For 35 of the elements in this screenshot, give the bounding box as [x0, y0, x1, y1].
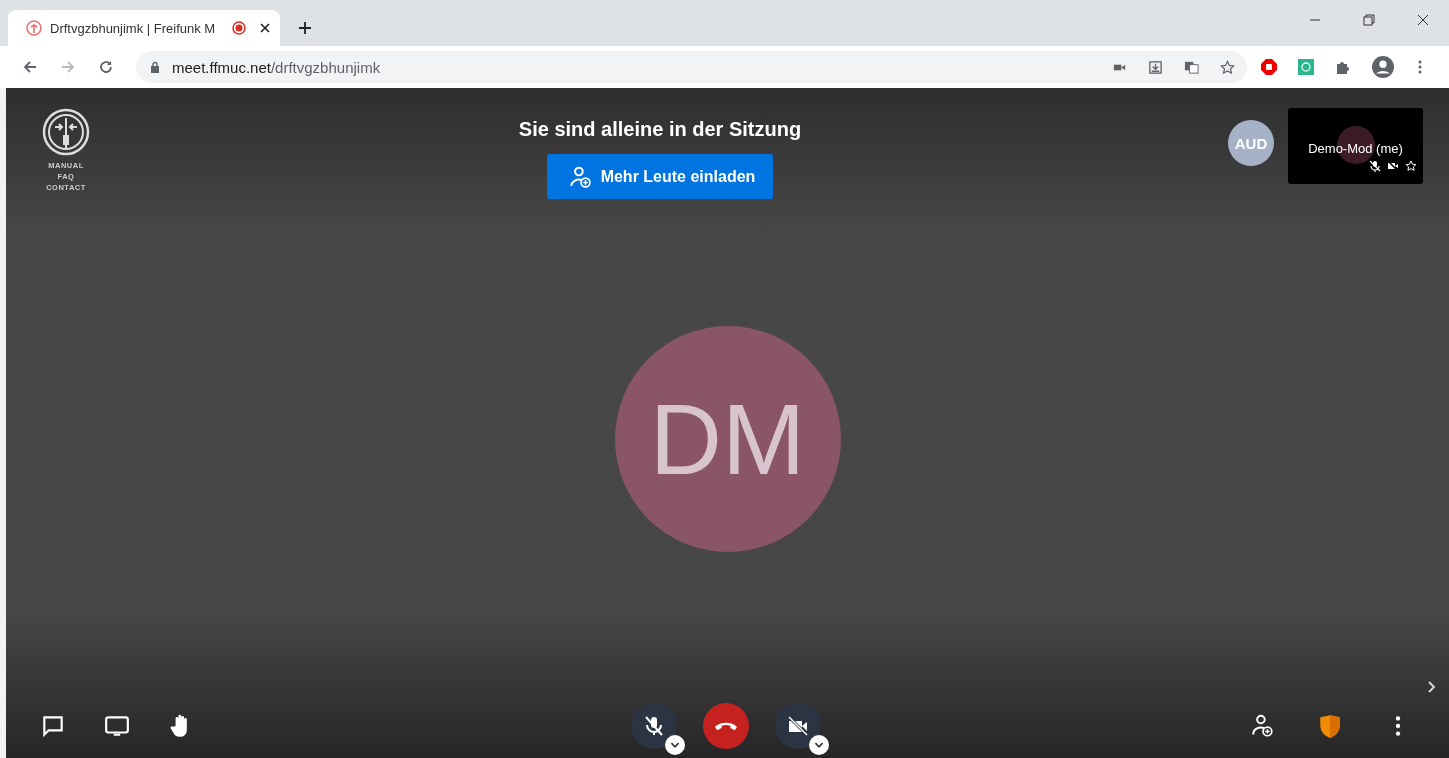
notice-text: Sie sind alleine in der Sitzung: [518, 118, 802, 141]
favicon-icon: [26, 20, 42, 36]
phone-icon: [714, 721, 737, 731]
chevron-right-icon[interactable]: [1427, 680, 1437, 694]
url-text: meet.ffmuc.net/drftvgzbhunjimk: [172, 58, 381, 76]
new-tab-icon[interactable]: [298, 21, 312, 35]
star-icon[interactable]: [1220, 59, 1235, 75]
address-field[interactable]: meet.ffmuc.net/drftvgzbhunjimk: [136, 51, 1247, 83]
logo-icon[interactable]: [42, 108, 90, 156]
mic-options-button[interactable]: [664, 735, 685, 755]
back-icon[interactable]: [22, 59, 38, 75]
hang-up-button[interactable]: [702, 703, 749, 749]
chat-icon[interactable]: [40, 713, 66, 739]
install-icon[interactable]: [1148, 59, 1163, 75]
close-icon[interactable]: [1417, 14, 1429, 26]
lock-icon: [150, 61, 160, 73]
participant-name: Demo-Mod (me): [1308, 141, 1403, 156]
screen-share-icon[interactable]: [104, 713, 130, 739]
self-video-tile[interactable]: Demo-Mod (me): [1288, 108, 1423, 184]
tab-title: Drftvgzbhunjimk | Freifunk M: [50, 20, 217, 36]
microphone-button[interactable]: [630, 703, 677, 749]
shield-icon[interactable]: [1317, 713, 1343, 739]
speaker-avatar: DM: [614, 326, 841, 552]
profile-icon[interactable]: [1372, 56, 1394, 78]
invite-button[interactable]: Mehr Leute einladen: [546, 154, 774, 199]
reload-icon[interactable]: [98, 59, 114, 75]
close-tab-icon[interactable]: [260, 23, 270, 33]
camera-options-button[interactable]: [808, 735, 829, 755]
camera-button[interactable]: [774, 703, 821, 749]
add-person-icon[interactable]: [1249, 713, 1275, 739]
browser-tab[interactable]: Drftvgzbhunjimk | Freifunk M: [8, 10, 280, 46]
restore-icon[interactable]: [1363, 14, 1375, 26]
add-person-icon: [568, 165, 591, 188]
camera-off-icon: [785, 714, 810, 738]
puzzle-icon[interactable]: [1335, 59, 1351, 75]
